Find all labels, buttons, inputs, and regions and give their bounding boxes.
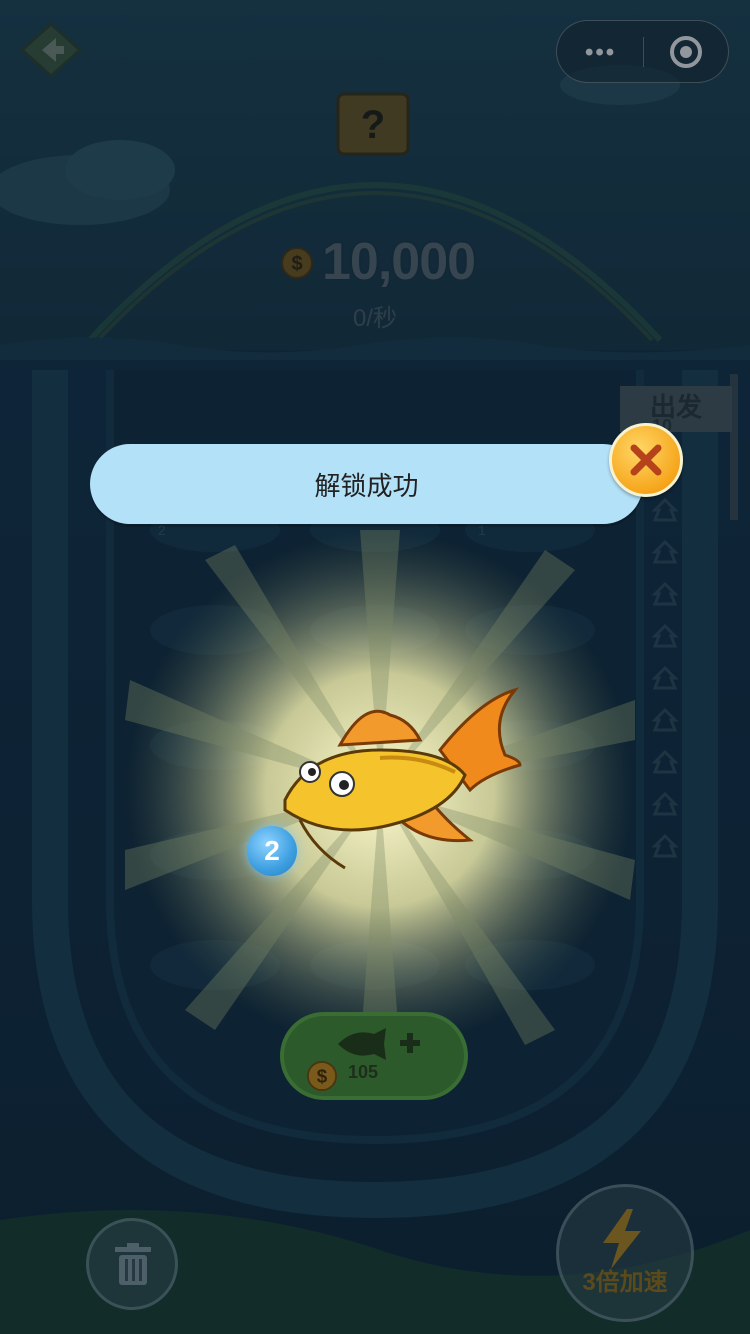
fish-plus-icon (338, 1028, 420, 1060)
lightning-icon (603, 1209, 641, 1269)
unlock-success-toast: 解锁成功 (90, 444, 643, 524)
buy-fish-button[interactable]: $ (280, 1012, 468, 1100)
close-x-icon (630, 444, 662, 476)
close-button[interactable] (609, 423, 683, 497)
toast-message: 解锁成功 (314, 470, 419, 501)
trash-icon (115, 1243, 151, 1285)
coin-icon: $ (306, 1060, 338, 1092)
fish-level-badge: 2 (247, 826, 297, 876)
speed-boost-label: 3倍加速 (582, 1269, 668, 1296)
speed-boost-button[interactable] (556, 1184, 694, 1322)
buy-fish-price: 105 (348, 1062, 379, 1082)
goldfish-level-2 (283, 687, 522, 870)
svg-text:$: $ (317, 1066, 328, 1087)
trash-button[interactable] (86, 1218, 178, 1310)
